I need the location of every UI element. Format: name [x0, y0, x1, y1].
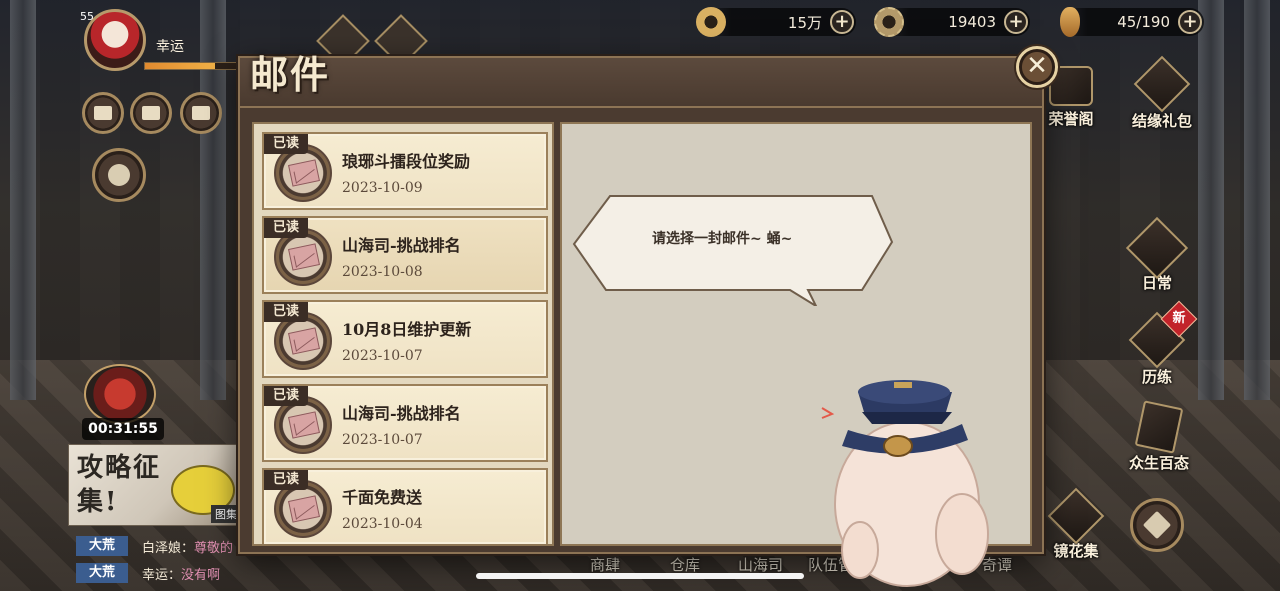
- dialog-title: 邮件: [250, 52, 331, 97]
- player-level: 55: [80, 10, 94, 23]
- banner-sub: 图集: [211, 505, 241, 523]
- nav-warehouse[interactable]: 仓库: [670, 554, 700, 575]
- chat-sender: 幸运：: [142, 567, 182, 583]
- resource-stamina: 45/190 +: [1058, 7, 1204, 37]
- pillar: [200, 0, 226, 400]
- gourd-icon: [1060, 7, 1080, 37]
- event-badge-icon[interactable]: [84, 364, 156, 424]
- chat-message: 尊敬的: [194, 540, 234, 556]
- cards-label: 众生百态: [1128, 454, 1189, 472]
- add-gear-currency-button[interactable]: +: [1004, 10, 1028, 34]
- seal-icon: [108, 164, 130, 186]
- mail-subject: 10月8日维护更新: [342, 320, 472, 339]
- mail-subject: 山海司-挑战排名: [342, 236, 461, 255]
- home-indicator[interactable]: [476, 573, 804, 579]
- compass-icon: [1142, 510, 1172, 540]
- honor-hall-label: 荣誉阁: [1048, 110, 1094, 128]
- gift-pack-icon: [1133, 55, 1191, 113]
- strategy-banner[interactable]: 攻略征集! 图集: [68, 444, 244, 526]
- cards-button[interactable]: 众生百态: [1116, 400, 1202, 473]
- list-icon: [192, 106, 210, 120]
- mail-date: 2023-10-04: [342, 516, 423, 532]
- player-name: 幸运: [156, 39, 184, 55]
- mail-subject: 山海司-挑战排名: [342, 404, 461, 423]
- daily-icon: [1125, 216, 1189, 280]
- new-badge-text: 新: [1172, 311, 1186, 326]
- mail-date: 2023-10-08: [342, 264, 423, 280]
- chat-line[interactable]: 大荒 幸运： 没有啊: [76, 563, 220, 583]
- envelope-icon: [142, 106, 160, 120]
- add-coin-button[interactable]: +: [830, 10, 854, 34]
- event-timer: 00:31:55: [82, 418, 164, 440]
- coin-icon: [696, 7, 726, 37]
- daily-button[interactable]: 日常: [1124, 216, 1190, 293]
- read-status-tag: 已读: [264, 218, 308, 238]
- mirror-icon: [1047, 487, 1105, 545]
- gift-pack-label: 结缘礼包: [1131, 112, 1192, 130]
- empty-prompt: 请选择一封邮件~ 蛹~: [652, 231, 793, 247]
- chat-message: 没有啊: [181, 567, 221, 583]
- notes-button[interactable]: [180, 92, 222, 134]
- mirror-button[interactable]: 镜花集: [1040, 487, 1112, 561]
- pillar: [1198, 0, 1224, 400]
- resource-coin: 15万 +: [696, 7, 856, 37]
- chat-sender: 白泽娘：: [142, 540, 195, 556]
- dialog-header: 邮件: [240, 52, 1042, 108]
- mail-button[interactable]: [130, 92, 172, 134]
- mail-date: 2023-10-09: [342, 180, 423, 196]
- person-icon: [94, 106, 112, 120]
- add-stamina-button[interactable]: +: [1178, 10, 1202, 34]
- gift-pack-button[interactable]: 结缘礼包: [1124, 55, 1200, 131]
- friends-button[interactable]: [82, 92, 124, 134]
- read-status-tag: 已读: [264, 470, 308, 490]
- read-status-tag: 已读: [264, 134, 308, 154]
- mail-item[interactable]: 已读 山海司-挑战排名 2023-10-07: [262, 384, 548, 462]
- mail-item[interactable]: 已读 千面免费送 2023-10-04: [262, 468, 548, 544]
- chat-line[interactable]: 大荒 白泽娘： 尊敬的: [76, 536, 233, 556]
- mascot-postman-icon: [821, 380, 989, 587]
- mail-subject: 琅琊斗擂段位奖励: [342, 152, 471, 171]
- read-status-tag: 已读: [264, 302, 308, 322]
- mail-dialog: 邮件 已读 琅琊斗擂段位奖励 2023-10-09 已读 山海司-挑战排名 20…: [238, 52, 1044, 587]
- cards-icon: [1134, 400, 1184, 454]
- read-status-tag: 已读: [264, 386, 308, 406]
- coin-value: 15万: [787, 13, 822, 32]
- gear-currency-icon: [874, 7, 904, 37]
- mail-item[interactable]: 已读 琅琊斗擂段位奖励 2023-10-09: [262, 132, 548, 210]
- chat-channel-tag: 大荒: [76, 563, 128, 583]
- mail-list[interactable]: 已读 琅琊斗擂段位奖励 2023-10-09 已读 山海司-挑战排名 2023-…: [252, 122, 554, 546]
- settings-button[interactable]: [1130, 498, 1184, 552]
- close-icon: ✕: [1026, 51, 1048, 81]
- speech-bubble: [572, 195, 894, 306]
- mail-detail-panel: 请选择一封邮件~ 蛹~: [560, 122, 1032, 587]
- banner-title: 攻略征集!: [77, 453, 162, 517]
- stamina-value: 45/190: [1117, 13, 1170, 31]
- mail-item[interactable]: 已读 山海司-挑战排名 2023-10-08: [262, 216, 548, 294]
- xp-fill: [145, 63, 216, 69]
- mail-item[interactable]: 已读 10月8日维护更新 2023-10-07: [262, 300, 548, 378]
- mail-date: 2023-10-07: [342, 348, 423, 364]
- events-button[interactable]: [92, 148, 146, 202]
- mail-date: 2023-10-07: [342, 432, 423, 448]
- pillar: [1244, 0, 1270, 400]
- nav-shop[interactable]: 商肆: [590, 554, 620, 575]
- close-button[interactable]: ✕: [1016, 46, 1058, 88]
- training-label: 历练: [1141, 368, 1172, 386]
- nav-shanhaisi[interactable]: 山海司: [738, 554, 783, 575]
- pillar: [10, 0, 36, 400]
- gear-currency-value: 19403: [948, 13, 996, 31]
- chat-channel-tag: 大荒: [76, 536, 128, 556]
- resource-gear: 19403 +: [874, 7, 1030, 37]
- mail-subject: 千面免费送: [342, 488, 423, 507]
